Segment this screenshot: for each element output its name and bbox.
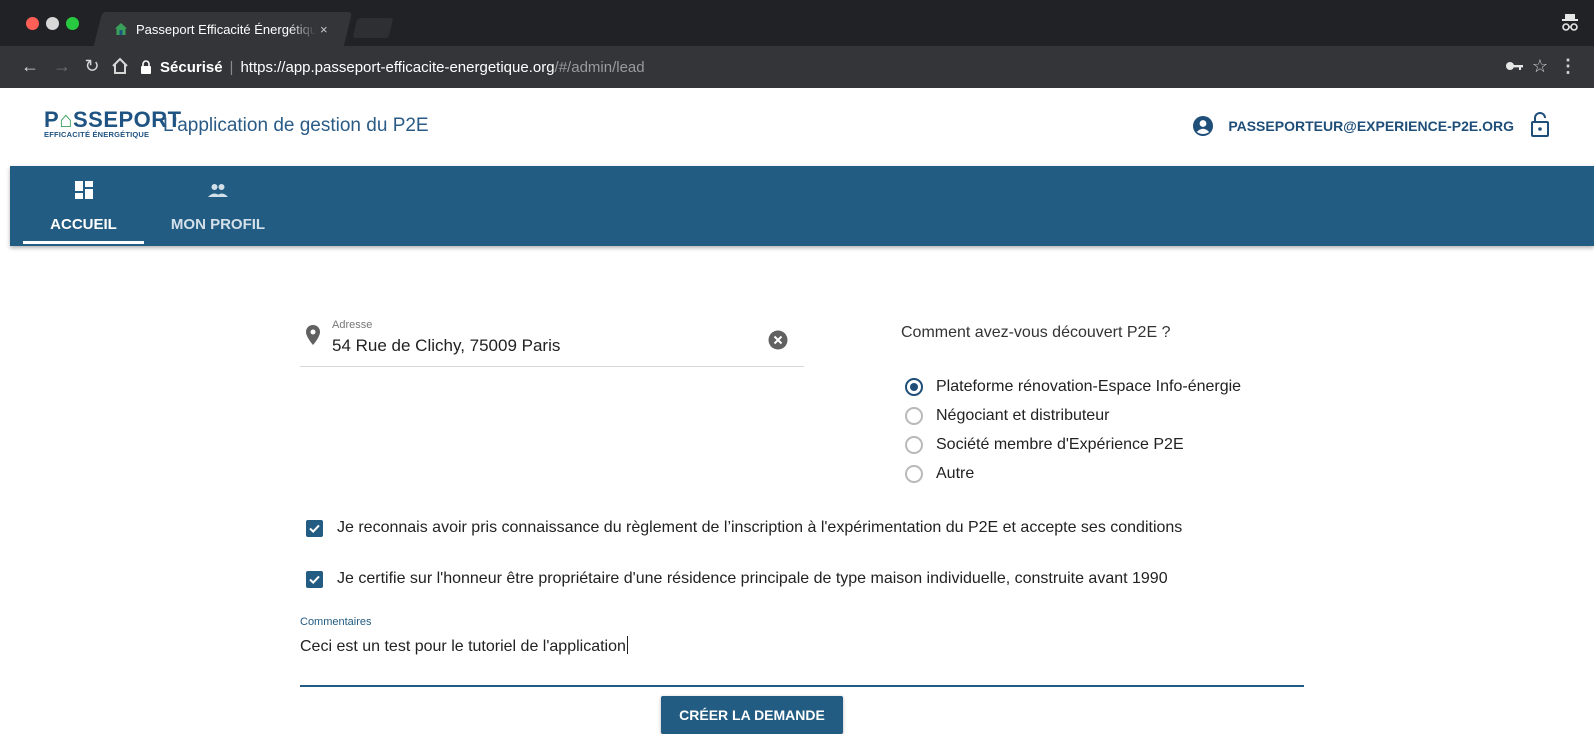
radio-societe-membre[interactable]: Société membre d'Expérience P2E xyxy=(905,430,1241,459)
people-icon xyxy=(208,184,228,197)
discovery-radio-group: Plateforme rénovation-Espace Info-énergi… xyxy=(905,372,1241,488)
maximize-window-button[interactable] xyxy=(66,17,79,30)
house-favicon-icon xyxy=(115,23,127,35)
radio-label: Négociant et distributeur xyxy=(936,406,1110,424)
radio-label: Société membre d'Expérience P2E xyxy=(936,435,1184,453)
main-nav: ACCUEIL MON PROFIL xyxy=(10,166,1594,246)
logo-house-icon: ⌂ xyxy=(59,107,73,132)
secure-label: Sécurisé xyxy=(160,58,223,76)
radio-plateforme-renovation[interactable]: Plateforme rénovation-Espace Info-énergi… xyxy=(905,372,1241,401)
incognito-icon xyxy=(1562,14,1578,31)
comment-label: Commentaires xyxy=(300,616,372,628)
checkbox-label: Je certifie sur l'honneur être propriéta… xyxy=(337,570,1168,587)
checkbox-reglement[interactable]: Je reconnais avoir pris connaissance du … xyxy=(306,519,1182,537)
comment-value: Ceci est un test pour le tutoriel de l'a… xyxy=(300,638,626,655)
forward-icon[interactable]: → xyxy=(50,54,74,78)
comment-textarea[interactable]: Ceci est un test pour le tutoriel de l'a… xyxy=(300,636,628,656)
checkbox-label: Je reconnais avoir pris connaissance du … xyxy=(337,519,1183,536)
active-tab-indicator xyxy=(23,241,144,244)
key-icon[interactable] xyxy=(1502,54,1526,78)
minimize-window-button[interactable] xyxy=(46,17,59,30)
address-label: Adresse xyxy=(332,319,373,331)
browser-tab-content[interactable]: Passeport Efficacité Énergétique × xyxy=(106,12,338,46)
dashboard-icon xyxy=(74,181,93,199)
address-bar[interactable]: Sécurisé | https://app.passeport-efficac… xyxy=(140,54,1520,80)
checkbox-checked-icon[interactable] xyxy=(306,519,323,537)
app-header: P⌂SSEPORT EFFICACITÉ ÉNERGÉTIQUE L'appli… xyxy=(0,88,1594,166)
close-window-button[interactable] xyxy=(26,17,39,30)
radio-autre[interactable]: Autre xyxy=(905,459,1241,488)
create-request-button[interactable]: CRÉER LA DEMANDE xyxy=(661,696,843,734)
back-icon[interactable]: ← xyxy=(18,54,42,78)
reload-icon[interactable]: ↻ xyxy=(80,54,104,78)
location-pin-icon xyxy=(306,325,320,345)
address-value[interactable]: 54 Rue de Clichy, 75009 Paris xyxy=(332,336,560,356)
radio-negociant[interactable]: Négociant et distributeur xyxy=(905,401,1241,430)
address-field[interactable]: Adresse 54 Rue de Clichy, 75009 Paris xyxy=(300,310,804,367)
logo-wordmark: P⌂SSEPORT xyxy=(44,107,182,132)
app-title: L'application de gestion du P2E xyxy=(163,115,429,136)
tab-mon-profil[interactable]: MON PROFIL xyxy=(160,166,276,246)
new-tab-button[interactable] xyxy=(352,18,394,38)
checkbox-checked-icon[interactable] xyxy=(306,570,323,588)
logo-letter-p: P xyxy=(44,107,60,132)
passeport-logo[interactable]: P⌂SSEPORT EFFICACITÉ ÉNERGÉTIQUE xyxy=(44,107,182,140)
url-path: /#/admin/lead xyxy=(554,58,645,76)
checkmark-icon xyxy=(309,575,320,584)
checkbox-proprietaire[interactable]: Je certifie sur l'honneur être propriéta… xyxy=(306,570,1168,588)
radio-unselected-icon[interactable] xyxy=(905,435,923,454)
browser-tab-bar: Passeport Efficacité Énergétique × xyxy=(0,0,1594,46)
tab-close-icon[interactable]: × xyxy=(320,22,328,37)
tab-accueil-label: ACCUEIL xyxy=(50,216,117,233)
tab-accueil[interactable]: ACCUEIL xyxy=(23,166,144,246)
radio-unselected-icon[interactable] xyxy=(905,406,923,425)
browser-toolbar: ← → ↻ Sécurisé | https://app.passeport-e… xyxy=(0,46,1594,88)
logout-lock-icon[interactable] xyxy=(1530,112,1550,138)
tab-mon-profil-label: MON PROFIL xyxy=(170,216,266,233)
radio-label: Autre xyxy=(936,464,975,482)
lock-icon xyxy=(141,60,151,74)
comment-field[interactable]: Commentaires Ceci est un test pour le tu… xyxy=(300,614,1304,687)
radio-selected-icon[interactable] xyxy=(905,377,923,396)
checkmark-icon xyxy=(309,524,320,533)
browser-tab-title: Passeport Efficacité Énergétique xyxy=(136,21,316,37)
radio-label: Plateforme rénovation-Espace Info-énergi… xyxy=(936,377,1242,395)
menu-icon[interactable]: ⋮ xyxy=(1556,54,1580,78)
account-circle-icon xyxy=(1193,116,1214,136)
discovery-question: Comment avez-vous découvert P2E ? xyxy=(901,324,1171,341)
star-icon[interactable]: ☆ xyxy=(1528,54,1552,78)
clear-address-icon[interactable] xyxy=(768,330,788,350)
home-icon[interactable] xyxy=(108,54,132,78)
text-caret xyxy=(626,636,628,654)
user-menu[interactable]: PASSEPORTEUR@EXPERIENCE-P2E.ORG xyxy=(1192,115,1514,137)
user-email: PASSEPORTEUR@EXPERIENCE-P2E.ORG xyxy=(1228,118,1514,134)
radio-unselected-icon[interactable] xyxy=(905,464,923,483)
url-separator: | xyxy=(229,58,234,76)
url-host: https://app.passeport-efficacite-energet… xyxy=(240,58,555,76)
